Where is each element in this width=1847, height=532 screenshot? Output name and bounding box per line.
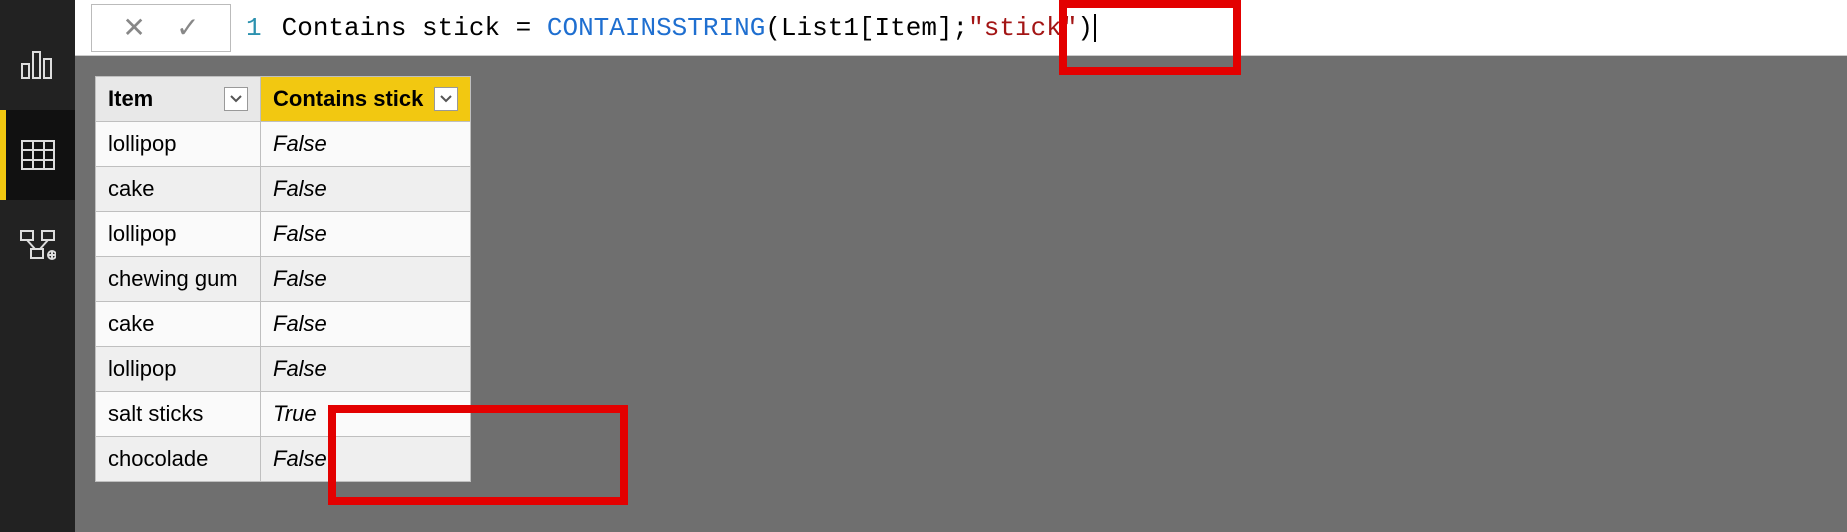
cell-contains: False	[261, 122, 471, 167]
formula-commit-button[interactable]: ✓	[176, 11, 199, 44]
report-view-nav[interactable]	[0, 20, 75, 110]
formula-measure-name: Contains stick	[282, 13, 500, 43]
cell-contains: False	[261, 167, 471, 212]
formula-bar: ✕ ✓ 1Contains stick = CONTAINSSTRING(Lis…	[75, 0, 1847, 56]
formula-cancel-button[interactable]: ✕	[122, 11, 145, 44]
cell-item: cake	[96, 167, 261, 212]
formula-line-number: 1	[246, 13, 262, 43]
text-cursor	[1094, 14, 1096, 42]
cell-contains: True	[261, 392, 471, 437]
table-row[interactable]: chewing gumFalse	[96, 257, 471, 302]
cell-contains: False	[261, 347, 471, 392]
main-area: ✕ ✓ 1Contains stick = CONTAINSSTRING(Lis…	[75, 0, 1847, 532]
cell-item: salt sticks	[96, 392, 261, 437]
table-row[interactable]: cakeFalse	[96, 302, 471, 347]
cell-contains: False	[261, 257, 471, 302]
table-icon	[21, 140, 55, 170]
chevron-down-icon	[230, 95, 242, 103]
column-header-contains-stick[interactable]: Contains stick	[261, 77, 471, 122]
cell-item: cake	[96, 302, 261, 347]
formula-arg1: List1[Item]	[781, 13, 953, 43]
data-table-container: Item Contains stick	[75, 56, 1847, 502]
formula-action-buttons: ✕ ✓	[91, 4, 231, 52]
bar-chart-icon	[21, 50, 55, 80]
table-row[interactable]: lollipopFalse	[96, 212, 471, 257]
column-filter-button[interactable]	[224, 87, 248, 111]
column-filter-button[interactable]	[434, 87, 458, 111]
table-row[interactable]: salt sticksTrue	[96, 392, 471, 437]
formula-arg2: stick	[984, 13, 1062, 43]
column-header-label: Contains stick	[273, 86, 423, 112]
model-view-nav[interactable]	[0, 200, 75, 290]
cell-contains: False	[261, 302, 471, 347]
table-row[interactable]: lollipopFalse	[96, 122, 471, 167]
cell-item: chewing gum	[96, 257, 261, 302]
cell-contains: False	[261, 437, 471, 482]
column-header-label: Item	[108, 86, 153, 112]
cell-contains: False	[261, 212, 471, 257]
cell-item: lollipop	[96, 347, 261, 392]
table-header-row: Item Contains stick	[96, 77, 471, 122]
data-table: Item Contains stick	[95, 76, 471, 482]
cell-item: lollipop	[96, 212, 261, 257]
formula-editor[interactable]: 1Contains stick = CONTAINSSTRING(List1[I…	[231, 13, 1847, 43]
cell-item: lollipop	[96, 122, 261, 167]
view-nav-rail	[0, 0, 75, 532]
column-header-item[interactable]: Item	[96, 77, 261, 122]
table-row[interactable]: chocoladeFalse	[96, 437, 471, 482]
cell-item: chocolade	[96, 437, 261, 482]
chevron-down-icon	[440, 95, 452, 103]
data-view-nav[interactable]	[0, 110, 75, 200]
model-icon	[20, 230, 56, 260]
table-row[interactable]: cakeFalse	[96, 167, 471, 212]
table-row[interactable]: lollipopFalse	[96, 347, 471, 392]
formula-function-name: CONTAINSSTRING	[547, 13, 765, 43]
